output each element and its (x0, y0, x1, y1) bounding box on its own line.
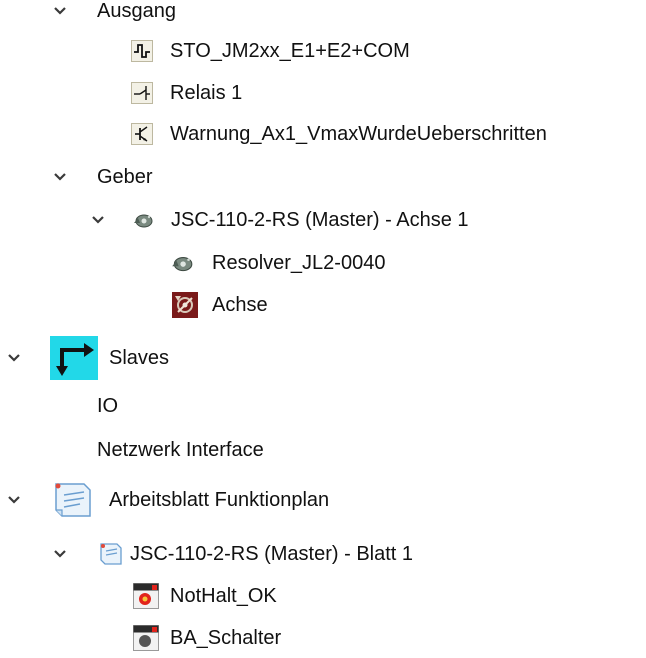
tree-item-label: Ausgang (97, 0, 176, 22)
tree-item-label: Geber (97, 166, 153, 188)
tree-item-label: Resolver_JL2-0040 (212, 252, 386, 274)
tree-item-jsc-achse[interactable]: JSC-110-2-RS (Master) - Achse 1 (0, 200, 640, 240)
tree-item-relais[interactable]: Relais 1 (0, 73, 640, 113)
tree-item-resolver[interactable]: Resolver_JL2-0040 (0, 243, 640, 283)
tree-item-label: Arbeitsblatt Funktionplan (109, 489, 330, 511)
tree-item-label: BA_Schalter (170, 627, 282, 649)
tree-item-label: JSC-110-2-RS (Master) - Achse 1 (171, 209, 469, 231)
tree-item-label: JSC-110-2-RS (Master) - Blatt 1 (130, 543, 414, 565)
tree-item-ausgang[interactable]: Ausgang (0, 0, 640, 31)
chevron-down-icon[interactable] (52, 3, 68, 19)
slaves-arrow-icon (50, 336, 98, 380)
tree-item-achse[interactable]: Achse (0, 285, 640, 325)
project-tree: Ausgang STO_JM2xx_E1+E2+COM Relais 1 War… (0, 0, 646, 651)
tree-item-netzwerk[interactable]: Netzwerk Interface (0, 430, 640, 470)
pulse-signal-icon (131, 40, 153, 62)
transistor-icon (131, 123, 153, 145)
tree-item-label: Relais 1 (170, 82, 243, 104)
chevron-down-icon[interactable] (90, 212, 106, 228)
tree-item-ba-schalter[interactable]: BA_Schalter (0, 618, 640, 658)
axis-icon (172, 292, 198, 318)
tree-item-slaves[interactable]: Slaves (0, 336, 640, 380)
tree-item-label: Slaves (109, 347, 170, 369)
encoder-gear-icon (172, 257, 193, 272)
chevron-down-icon[interactable] (6, 492, 22, 508)
tree-item-io[interactable]: IO (0, 386, 640, 426)
function-block-icon (133, 625, 159, 651)
notepad-icon (55, 483, 91, 517)
relay-switch-icon (131, 82, 153, 104)
tree-item-label: IO (97, 395, 119, 417)
tree-item-sto[interactable]: STO_JM2xx_E1+E2+COM (0, 31, 640, 71)
tree-item-label: STO_JM2xx_E1+E2+COM (170, 40, 410, 62)
chevron-down-icon[interactable] (6, 350, 22, 366)
tree-item-label: Achse (212, 294, 268, 316)
tree-item-label: Warnung_Ax1_VmaxWurdeUeberschritten (170, 123, 547, 145)
tree-item-jsc-blatt[interactable]: JSC-110-2-RS (Master) - Blatt 1 (0, 534, 640, 574)
tree-item-arbeitsblatt[interactable]: Arbeitsblatt Funktionplan (0, 480, 640, 520)
chevron-down-icon[interactable] (52, 169, 68, 185)
tree-item-label: NotHalt_OK (170, 585, 277, 607)
encoder-gear-icon (134, 214, 153, 228)
function-block-icon (133, 583, 159, 609)
tree-item-label: Netzwerk Interface (97, 439, 264, 461)
tree-item-geber[interactable]: Geber (0, 157, 640, 197)
chevron-down-icon[interactable] (52, 546, 68, 562)
tree-item-nothalt[interactable]: NotHalt_OK (0, 576, 640, 616)
tree-item-warnung[interactable]: Warnung_Ax1_VmaxWurdeUeberschritten (0, 114, 646, 154)
sheet-icon (100, 543, 122, 565)
